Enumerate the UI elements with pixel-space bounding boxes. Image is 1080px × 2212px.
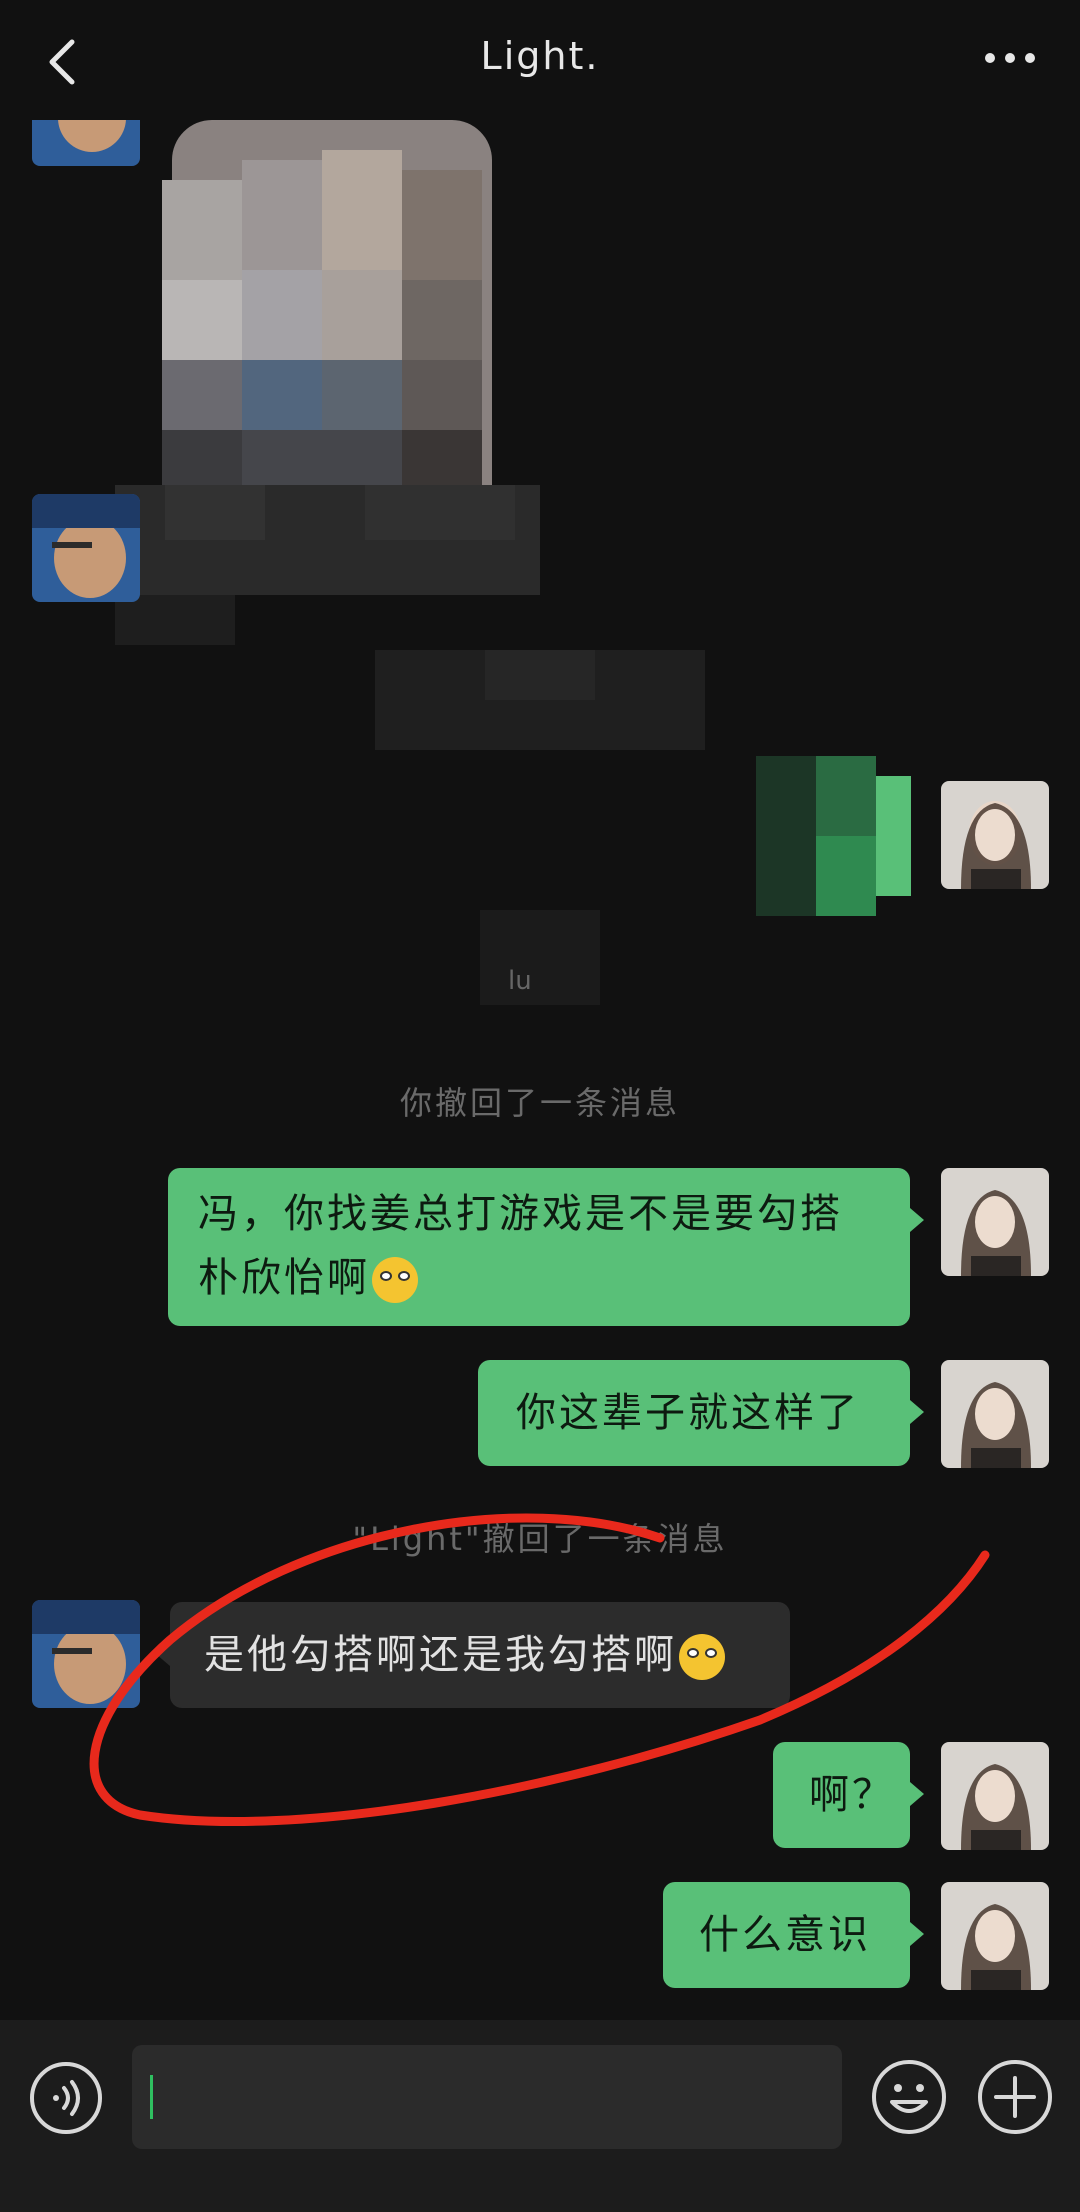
plus-icon[interactable]: [976, 2058, 1054, 2136]
censored-block: [375, 650, 705, 750]
contact-avatar[interactable]: [32, 494, 140, 602]
message-text: 是他勾搭啊还是我勾搭啊: [204, 1632, 677, 1678]
self-avatar[interactable]: [941, 1360, 1049, 1468]
more-icon[interactable]: [980, 48, 1040, 68]
system-message-recall: 你撤回了一条消息: [399, 1084, 680, 1122]
message-text: 冯，你找姜总打游戏是不是要勾搭朴欣怡啊: [198, 1191, 843, 1301]
voice-icon[interactable]: [28, 2060, 104, 2136]
text-caret: [150, 2075, 153, 2119]
self-avatar[interactable]: [941, 781, 1049, 889]
censored-image[interactable]: [162, 120, 492, 490]
message-bubble-incoming[interactable]: 是他勾搭啊还是我勾搭啊: [156, 1602, 790, 1708]
contact-avatar[interactable]: [32, 1600, 140, 1708]
message-text: 你这辈子就这样了: [516, 1390, 860, 1436]
system-message-recall: "Light"撤回了一条消息: [352, 1520, 728, 1558]
message-bubble-outgoing[interactable]: 啊？: [773, 1742, 924, 1848]
censored-block: [115, 485, 540, 645]
message-input[interactable]: [132, 2045, 842, 2149]
self-avatar[interactable]: [941, 1882, 1049, 1990]
message-bubble-outgoing[interactable]: 什么意识: [663, 1882, 924, 1988]
chat-title: Light.: [480, 34, 600, 78]
message-bubble-outgoing[interactable]: 你这辈子就这样了: [478, 1360, 924, 1466]
blurred-text-fragment: lu: [508, 966, 532, 996]
message-text: 什么意识: [699, 1912, 871, 1958]
message-bubble-outgoing[interactable]: 冯，你找姜总打游戏是不是要勾搭朴欣怡啊: [168, 1168, 924, 1326]
laugh-cry-emoji-icon: [679, 1634, 725, 1680]
smirk-emoji-icon: [372, 1257, 418, 1303]
censored-outgoing-image[interactable]: [756, 756, 911, 916]
self-avatar[interactable]: [941, 1742, 1049, 1850]
censored-block: [480, 910, 600, 1005]
self-avatar[interactable]: [941, 1168, 1049, 1276]
message-text: 啊？: [809, 1772, 895, 1818]
emoji-icon[interactable]: [870, 2058, 948, 2136]
chat-header: Light.: [0, 0, 1080, 120]
